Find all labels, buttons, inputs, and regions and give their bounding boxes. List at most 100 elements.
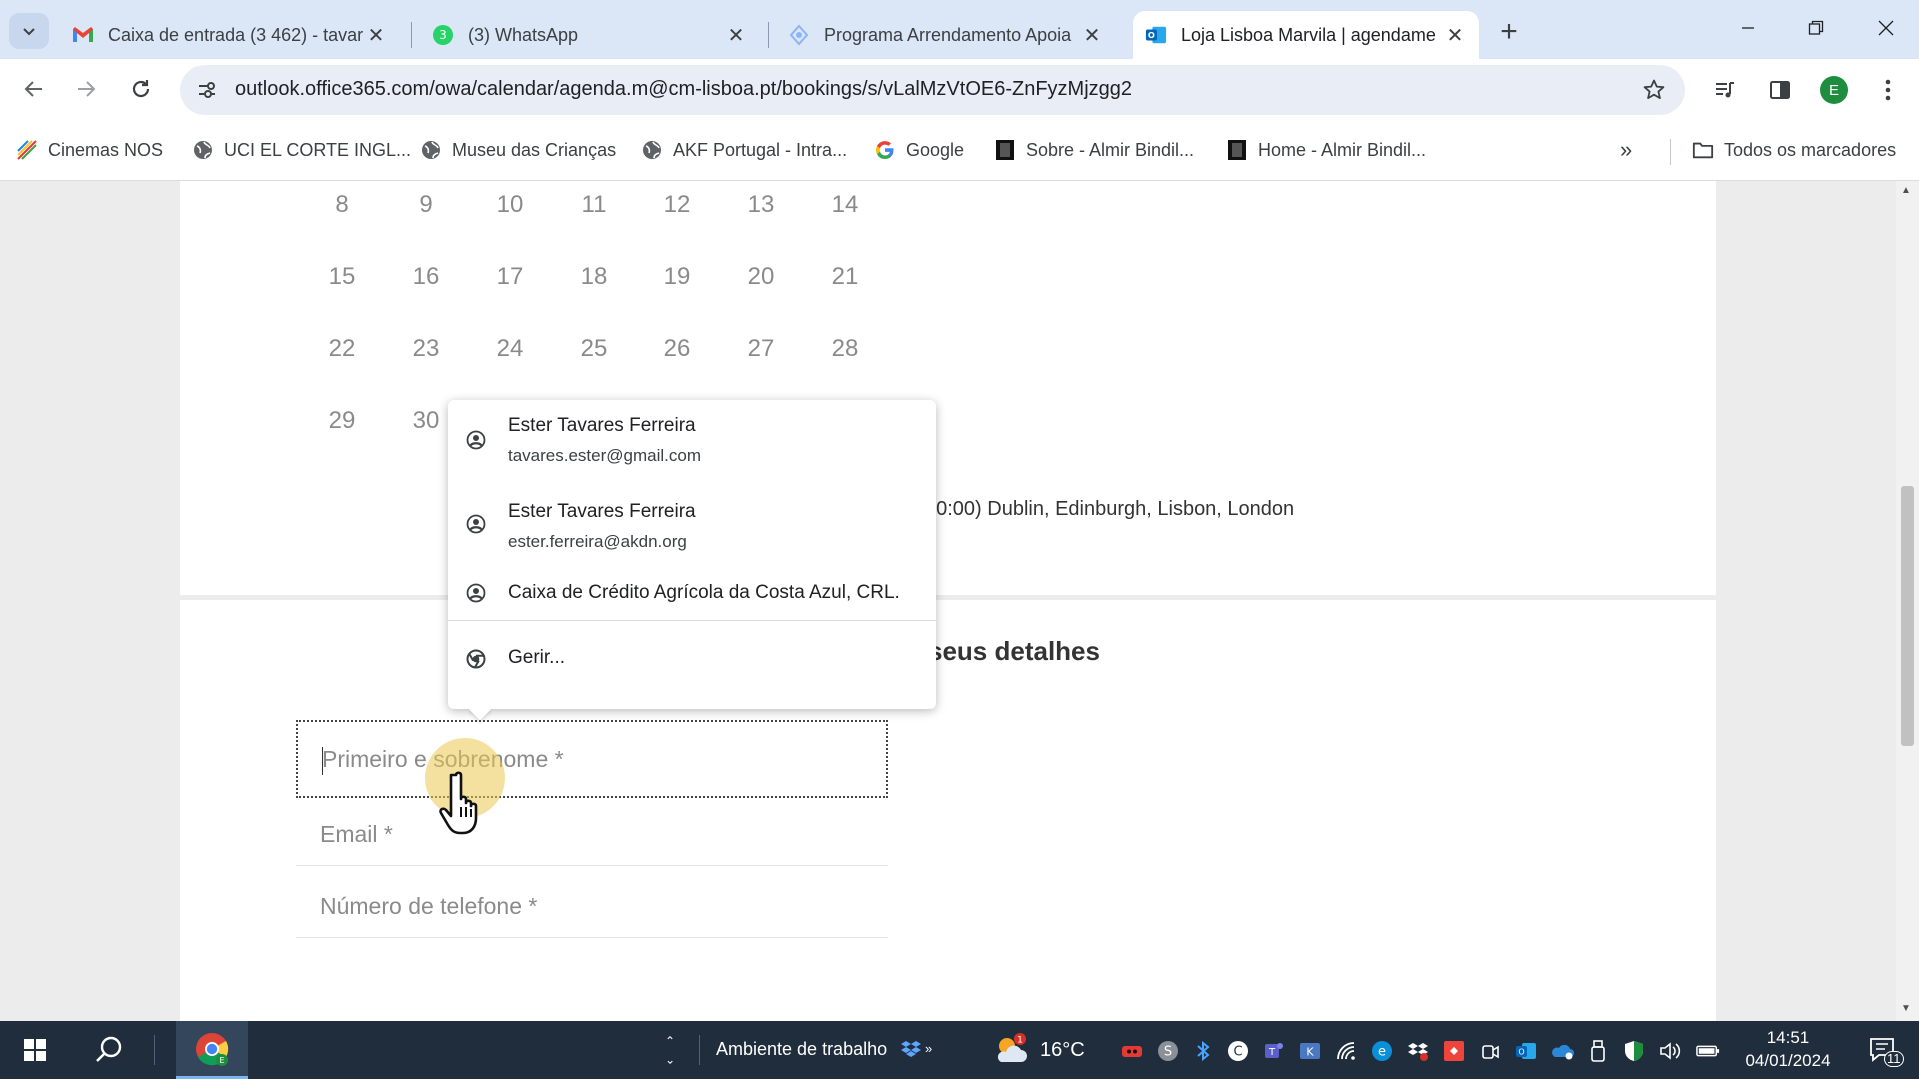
chrome-taskbar-button[interactable]: E (176, 1021, 248, 1079)
volume-icon[interactable] (1658, 1039, 1682, 1063)
start-button[interactable] (10, 1021, 60, 1079)
notifications-button[interactable]: 11 (1858, 1021, 1908, 1079)
meeting-icon[interactable] (1478, 1039, 1502, 1063)
calendar-day[interactable]: 19 (647, 263, 707, 291)
side-panel-button[interactable] (1764, 74, 1796, 106)
bluetooth-icon[interactable] (1191, 1039, 1215, 1063)
dropbox-sync-icon[interactable] (1406, 1039, 1430, 1063)
clock[interactable]: 14:51 04/01/2024 (1738, 1027, 1838, 1075)
autofill-suggestion[interactable]: Caixa de Crédito Agrícola da Costa Azul,… (448, 568, 936, 618)
tab-programa[interactable]: Programa Arrendamento Apoia ✕ (776, 11, 1116, 59)
calendar-day[interactable]: 24 (480, 335, 540, 363)
new-tab-button[interactable]: + (1491, 14, 1527, 50)
bookmark-label: Google (906, 139, 965, 160)
minimize-button[interactable] (1724, 8, 1772, 48)
toolbar-expand-icon[interactable]: » (925, 1041, 932, 1056)
tab-loja-lisboa[interactable]: O Loja Lisboa Marvila | agendame ✕ (1133, 11, 1479, 59)
close-tab-icon[interactable]: ✕ (724, 23, 748, 47)
tab-whatsapp[interactable]: 3 (3) WhatsApp ✕ (420, 11, 760, 59)
name-field[interactable] (296, 720, 888, 798)
bookmark-uci[interactable]: UCI EL CORTE INGL... (192, 135, 411, 165)
tray-app-icon[interactable] (1120, 1039, 1144, 1063)
phone-input[interactable] (296, 876, 888, 937)
close-tab-icon[interactable]: ✕ (1080, 23, 1104, 47)
wifi-icon[interactable] (1335, 1039, 1359, 1063)
address-bar[interactable]: outlook.office365.com/owa/calendar/agend… (180, 65, 1685, 115)
email-field[interactable] (296, 804, 888, 866)
onedrive-icon[interactable] (1550, 1039, 1574, 1063)
calendar-day[interactable]: 9 (396, 191, 456, 219)
close-window-button[interactable] (1862, 8, 1910, 48)
site-settings-icon[interactable] (194, 77, 220, 103)
edge-tray-icon[interactable]: C (1226, 1039, 1250, 1063)
calendar-day[interactable]: 21 (815, 263, 875, 291)
keyboard-app-icon[interactable]: K (1298, 1039, 1322, 1063)
reload-button[interactable] (121, 69, 161, 109)
taskbar-scroll[interactable]: ⌃ ⌃ (656, 1021, 684, 1079)
calendar-day[interactable]: 20 (731, 263, 791, 291)
security-shield-icon[interactable] (1622, 1039, 1646, 1063)
scroll-down-icon[interactable]: ▼ (1901, 1003, 1911, 1014)
profile-button[interactable]: E (1818, 74, 1850, 106)
page-scrollbar[interactable]: ▲ ▼ (1896, 181, 1919, 1021)
bookmark-akf[interactable]: AKF Portugal - Intra... (641, 135, 847, 165)
bookmark-star-icon[interactable] (1641, 77, 1667, 103)
page-icon (1226, 139, 1248, 161)
restore-button[interactable] (1792, 8, 1840, 48)
calendar-day[interactable]: 30 (396, 407, 456, 435)
bookmark-home-almir[interactable]: Home - Almir Bindil... (1226, 135, 1426, 165)
calendar-day[interactable]: 8 (312, 191, 372, 219)
calendar-day[interactable]: 23 (396, 335, 456, 363)
calendar-day[interactable]: 27 (731, 335, 791, 363)
calendar-day[interactable]: 12 (647, 191, 707, 219)
calendar-day[interactable]: 16 (396, 263, 456, 291)
battery-icon[interactable] (1696, 1039, 1720, 1063)
skype-icon[interactable]: S (1156, 1039, 1180, 1063)
calendar-day[interactable]: 29 (312, 407, 372, 435)
email-input[interactable] (296, 804, 888, 865)
bookmark-cinemas-nos[interactable]: Cinemas NOS (16, 135, 163, 165)
calendar-day[interactable]: 13 (731, 191, 791, 219)
calendar-day[interactable]: 15 (312, 263, 372, 291)
tab-search-button[interactable] (9, 13, 49, 49)
close-tab-icon[interactable]: ✕ (1443, 23, 1467, 47)
chevron-up-icon[interactable]: ⌃ (665, 1032, 675, 1050)
autofill-suggestion[interactable]: Ester Tavares Ferreira tavares.ester@gma… (448, 400, 936, 480)
autofill-suggestion[interactable]: Ester Tavares Ferreira ester.ferreira@ak… (448, 484, 936, 564)
name-input[interactable] (298, 722, 886, 796)
calendar-day[interactable]: 25 (564, 335, 624, 363)
calendar-day[interactable]: 22 (312, 335, 372, 363)
anydesk-icon[interactable] (1442, 1039, 1466, 1063)
calendar-day[interactable]: 26 (647, 335, 707, 363)
chevron-down-icon[interactable]: ⌃ (665, 1050, 675, 1068)
scroll-thumb[interactable] (1901, 486, 1914, 746)
search-button[interactable] (84, 1021, 134, 1079)
edge-icon[interactable]: e (1370, 1039, 1394, 1063)
bookmark-museu[interactable]: Museu das Crianças (420, 135, 616, 165)
phone-field[interactable] (296, 876, 888, 938)
calendar-day[interactable]: 10 (480, 191, 540, 219)
tab-gmail[interactable]: Caixa de entrada (3 462) - tavar ✕ (60, 11, 400, 59)
calendar-day[interactable]: 17 (480, 263, 540, 291)
calendar-day[interactable]: 11 (564, 191, 624, 219)
all-bookmarks-button[interactable]: Todos os marcadores (1692, 135, 1896, 165)
close-tab-icon[interactable]: ✕ (364, 23, 388, 47)
scroll-up-icon[interactable]: ▲ (1901, 185, 1911, 196)
calendar-day[interactable]: 14 (815, 191, 875, 219)
browser-menu-button[interactable] (1872, 74, 1904, 106)
bookmark-google[interactable]: Google (874, 135, 964, 165)
outlook-tray-icon[interactable]: O (1514, 1039, 1538, 1063)
calendar-day[interactable]: 28 (815, 335, 875, 363)
more-bookmarks-icon[interactable]: » (1620, 137, 1632, 163)
teams-icon[interactable]: T (1262, 1039, 1286, 1063)
manage-autofill-button[interactable]: Gerir... (448, 623, 936, 693)
back-button[interactable] (14, 69, 54, 109)
forward-button[interactable] (66, 69, 106, 109)
desktop-toolbar-label[interactable]: Ambiente de trabalho (716, 1039, 887, 1060)
usb-icon[interactable] (1586, 1039, 1610, 1063)
dropbox-tray[interactable] (896, 1021, 926, 1079)
bookmark-sobre-almir[interactable]: Sobre - Almir Bindil... (994, 135, 1194, 165)
calendar-day[interactable]: 18 (564, 263, 624, 291)
media-control-button[interactable] (1709, 74, 1741, 106)
weather-widget[interactable]: 1 (990, 1021, 1030, 1079)
